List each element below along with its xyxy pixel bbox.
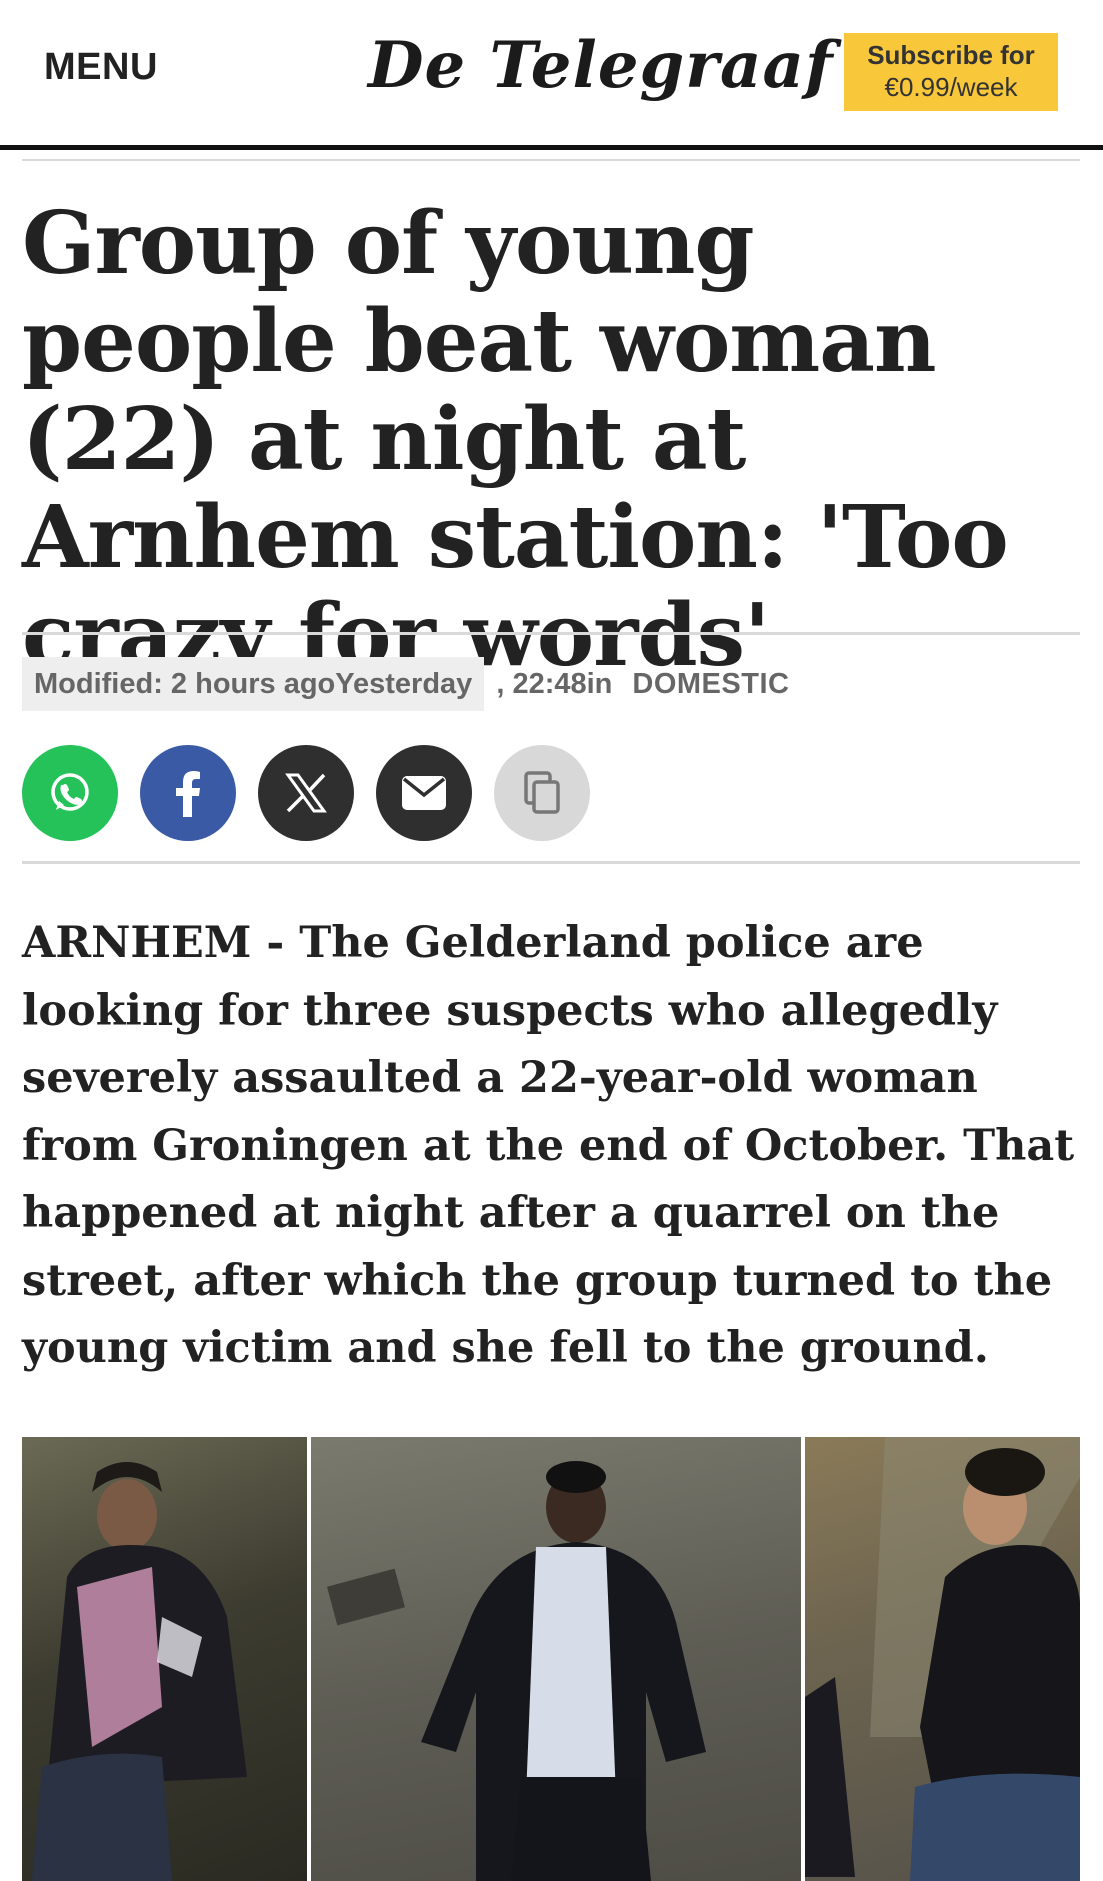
share-bar bbox=[22, 745, 612, 841]
article-title: Group of young people beat woman (22) at… bbox=[22, 193, 1009, 686]
suspect-figure-2 bbox=[327, 1461, 706, 1881]
share-facebook-button[interactable] bbox=[140, 745, 236, 841]
share-x-button[interactable] bbox=[258, 745, 354, 841]
share-email-button[interactable] bbox=[376, 745, 472, 841]
email-icon bbox=[402, 776, 446, 810]
article-lead: ARNHEM - The Gelderland police are looki… bbox=[22, 918, 1075, 1373]
suspect-figure-1 bbox=[32, 1462, 247, 1881]
header-divider bbox=[22, 159, 1080, 161]
subscribe-label-line1: Subscribe for bbox=[867, 40, 1035, 70]
site-logo[interactable]: De Telegraaf bbox=[368, 28, 833, 103]
suspect-photo-2 bbox=[311, 1437, 801, 1881]
category-link[interactable]: DOMESTIC bbox=[632, 668, 789, 701]
suspect-figure-3 bbox=[805, 1437, 1080, 1881]
modified-badge: Modified: 2 hours agoYesterday bbox=[22, 657, 485, 711]
share-divider bbox=[22, 861, 1080, 864]
copy-icon bbox=[524, 771, 560, 814]
facebook-icon bbox=[176, 771, 200, 817]
share-whatsapp-button[interactable] bbox=[22, 745, 118, 841]
subscribe-button[interactable]: Subscribe for €0.99/week bbox=[844, 33, 1058, 111]
title-divider bbox=[22, 632, 1080, 635]
subscribe-label-line2: €0.99/week bbox=[884, 72, 1018, 102]
menu-button[interactable]: MENU bbox=[44, 46, 158, 89]
publish-time: , 22:48in bbox=[496, 667, 613, 700]
copy-link-button[interactable] bbox=[494, 745, 590, 841]
whatsapp-icon bbox=[51, 773, 89, 811]
site-header: MENU De Telegraaf Subscribe for €0.99/we… bbox=[0, 0, 1103, 150]
article-meta: Modified: 2 hours agoYesterday , 22:48in… bbox=[22, 657, 789, 711]
suspects-photo-strip[interactable] bbox=[22, 1437, 1080, 1881]
x-icon bbox=[285, 773, 327, 813]
suspect-photo-3 bbox=[805, 1437, 1080, 1881]
suspect-photo-1 bbox=[22, 1437, 307, 1881]
